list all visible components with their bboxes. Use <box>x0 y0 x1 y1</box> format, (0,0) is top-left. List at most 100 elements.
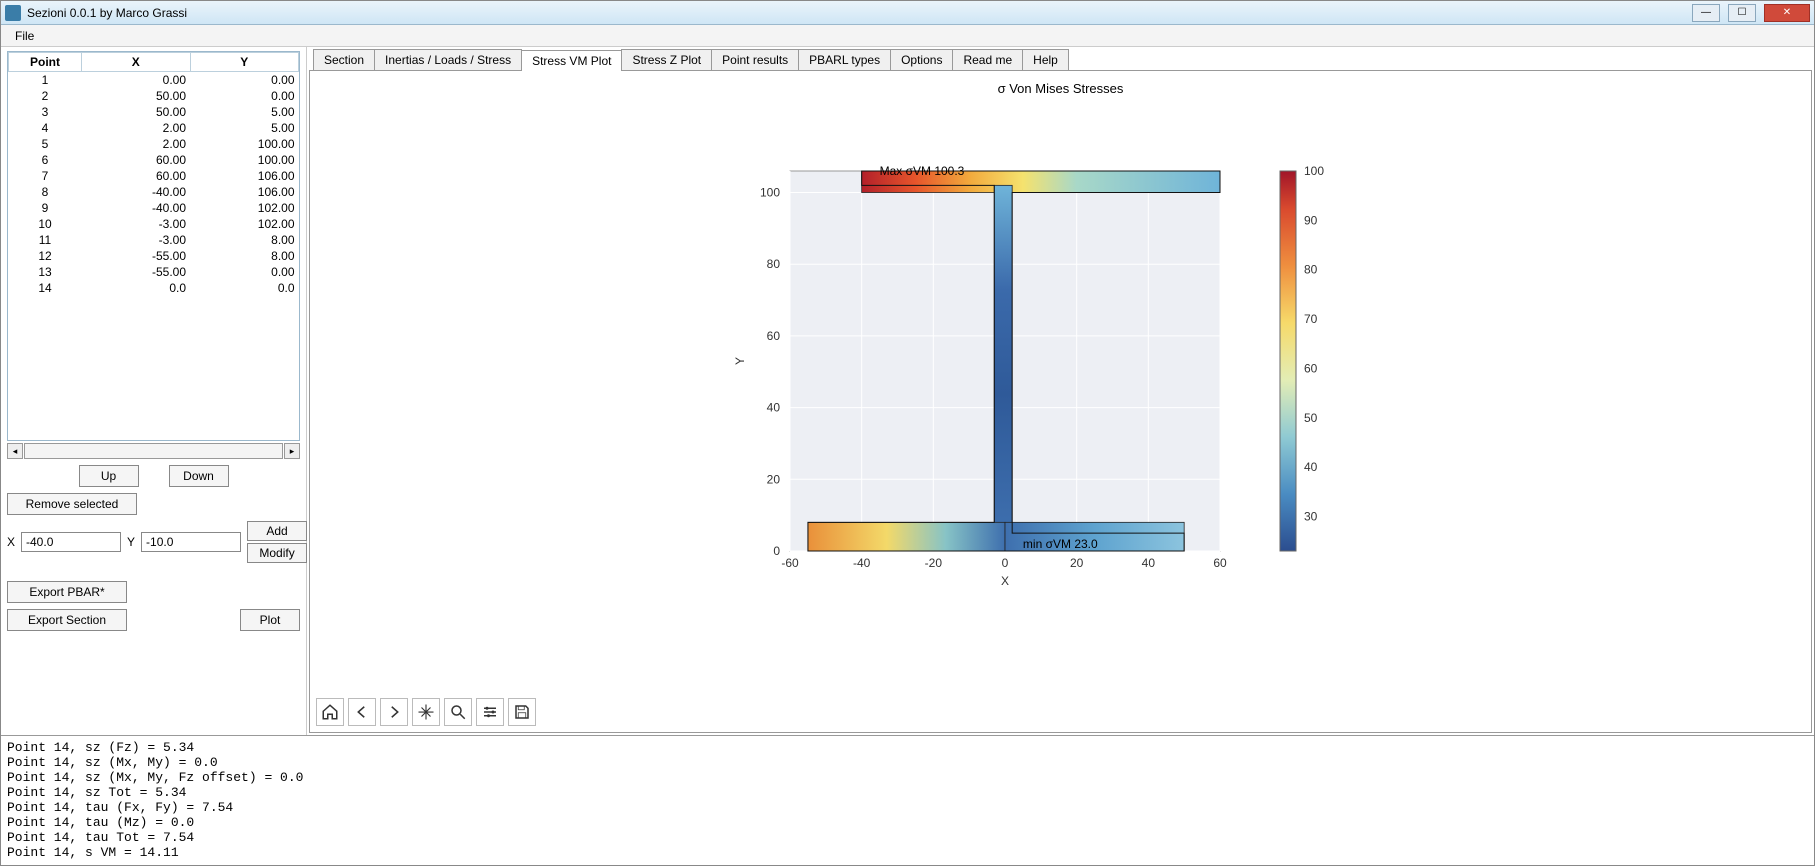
cell-y: 8.00 <box>190 248 299 264</box>
tab-pbarl-types[interactable]: PBARL types <box>798 49 891 70</box>
tab-stress-z-plot[interactable]: Stress Z Plot <box>621 49 712 70</box>
table-row[interactable]: 350.005.00 <box>9 104 299 120</box>
ytick-label: 80 <box>767 257 781 271</box>
table-row[interactable]: 760.00106.00 <box>9 168 299 184</box>
cell-y: 100.00 <box>190 136 299 152</box>
xtick-label: -40 <box>853 556 871 570</box>
window-title: Sezioni 0.0.1 by Marco Grassi <box>27 6 187 20</box>
ytick-label: 0 <box>773 544 780 558</box>
x-label: X <box>7 535 15 549</box>
forward-icon[interactable] <box>380 698 408 726</box>
back-icon[interactable] <box>348 698 376 726</box>
tab-stress-vm-plot[interactable]: Stress VM Plot <box>521 50 622 71</box>
tab-help[interactable]: Help <box>1022 49 1069 70</box>
section-part <box>994 185 1012 533</box>
down-button[interactable]: Down <box>169 465 229 487</box>
maximize-button[interactable]: ☐ <box>1728 4 1756 22</box>
plot-toolbar <box>316 698 536 726</box>
cell-x: 0.0 <box>82 280 190 296</box>
table-row[interactable]: 11-3.008.00 <box>9 232 299 248</box>
plot-container: σ Von Mises Stresses -60-40-200204060020… <box>309 71 1812 733</box>
minimize-button[interactable]: — <box>1692 4 1720 22</box>
cell-point: 12 <box>9 248 82 264</box>
export-pbar-button[interactable]: Export PBAR* <box>7 581 127 603</box>
tab-inertias-loads-stress[interactable]: Inertias / Loads / Stress <box>374 49 522 70</box>
annotation: min σVM 23.0 <box>1023 537 1098 551</box>
save-icon[interactable] <box>508 698 536 726</box>
table-row[interactable]: 52.00100.00 <box>9 136 299 152</box>
cell-point: 8 <box>9 184 82 200</box>
tab-point-results[interactable]: Point results <box>711 49 799 70</box>
cell-point: 2 <box>9 88 82 104</box>
ytick-label: 100 <box>760 186 780 200</box>
cell-x: -3.00 <box>82 216 190 232</box>
scroll-right-icon[interactable]: ▸ <box>284 443 300 459</box>
close-button[interactable]: ✕ <box>1764 4 1810 22</box>
cell-point: 14 <box>9 280 82 296</box>
table-row[interactable]: 42.005.00 <box>9 120 299 136</box>
table-row[interactable]: 10-3.00102.00 <box>9 216 299 232</box>
table-row[interactable]: 12-55.008.00 <box>9 248 299 264</box>
app-icon <box>5 5 21 21</box>
x-input[interactable] <box>21 532 121 552</box>
cell-x: -3.00 <box>82 232 190 248</box>
menu-file[interactable]: File <box>7 27 42 45</box>
xtick-label: 20 <box>1070 556 1084 570</box>
y-input[interactable] <box>141 532 241 552</box>
table-row[interactable]: 9-40.00102.00 <box>9 200 299 216</box>
modify-button[interactable]: Modify <box>247 543 307 563</box>
scroll-left-icon[interactable]: ◂ <box>7 443 23 459</box>
annotation: Max σVM 100.3 <box>880 164 965 178</box>
table-row[interactable]: 660.00100.00 <box>9 152 299 168</box>
cell-x: 50.00 <box>82 88 190 104</box>
export-section-button[interactable]: Export Section <box>7 609 127 631</box>
colorbar-tick: 60 <box>1304 361 1318 375</box>
table-row[interactable]: 8-40.00106.00 <box>9 184 299 200</box>
col-x[interactable]: X <box>82 53 190 72</box>
cell-point: 3 <box>9 104 82 120</box>
colorbar-tick: 50 <box>1304 411 1318 425</box>
colorbar-tick: 100 <box>1304 164 1324 178</box>
plot-title: σ Von Mises Stresses <box>310 81 1811 96</box>
xtick-label: -60 <box>781 556 799 570</box>
cell-x: -55.00 <box>82 248 190 264</box>
log-output[interactable]: Point 14, sz (Fz) = 5.34 Point 14, sz (M… <box>1 735 1814 865</box>
table-row[interactable]: 250.000.00 <box>9 88 299 104</box>
plot-button[interactable]: Plot <box>240 609 300 631</box>
add-button[interactable]: Add <box>247 521 307 541</box>
cell-point: 5 <box>9 136 82 152</box>
right-pane: SectionInertias / Loads / StressStress V… <box>307 47 1814 735</box>
cell-x: 2.00 <box>82 136 190 152</box>
cell-y: 8.00 <box>190 232 299 248</box>
col-point[interactable]: Point <box>9 53 82 72</box>
chart-canvas[interactable]: -60-40-200204060020406080100XYMax σVM 10… <box>630 131 1570 601</box>
tab-options[interactable]: Options <box>890 49 953 70</box>
cell-y: 0.0 <box>190 280 299 296</box>
cell-x: 50.00 <box>82 104 190 120</box>
remove-selected-button[interactable]: Remove selected <box>7 493 137 515</box>
points-table-wrap[interactable]: Point X Y 10.000.00250.000.00350.005.004… <box>7 51 300 441</box>
points-table[interactable]: Point X Y 10.000.00250.000.00350.005.004… <box>8 52 299 296</box>
cell-y: 100.00 <box>190 152 299 168</box>
cell-y: 5.00 <box>190 120 299 136</box>
col-y[interactable]: Y <box>190 53 299 72</box>
cell-point: 11 <box>9 232 82 248</box>
tab-read-me[interactable]: Read me <box>952 49 1023 70</box>
zoom-icon[interactable] <box>444 698 472 726</box>
scroll-track[interactable] <box>24 443 283 459</box>
cell-y: 106.00 <box>190 184 299 200</box>
home-icon[interactable] <box>316 698 344 726</box>
table-row[interactable]: 13-55.000.00 <box>9 264 299 280</box>
tab-section[interactable]: Section <box>313 49 375 70</box>
ytick-label: 60 <box>767 329 781 343</box>
configure-icon[interactable] <box>476 698 504 726</box>
colorbar-tick: 70 <box>1304 312 1318 326</box>
left-pane: Point X Y 10.000.00250.000.00350.005.004… <box>1 47 307 735</box>
up-button[interactable]: Up <box>79 465 139 487</box>
pan-icon[interactable] <box>412 698 440 726</box>
xtick-label: -20 <box>925 556 943 570</box>
table-row[interactable]: 140.00.0 <box>9 280 299 296</box>
table-row[interactable]: 10.000.00 <box>9 72 299 89</box>
colorbar-tick: 90 <box>1304 213 1318 227</box>
table-hscroll[interactable]: ◂ ▸ <box>7 443 300 459</box>
